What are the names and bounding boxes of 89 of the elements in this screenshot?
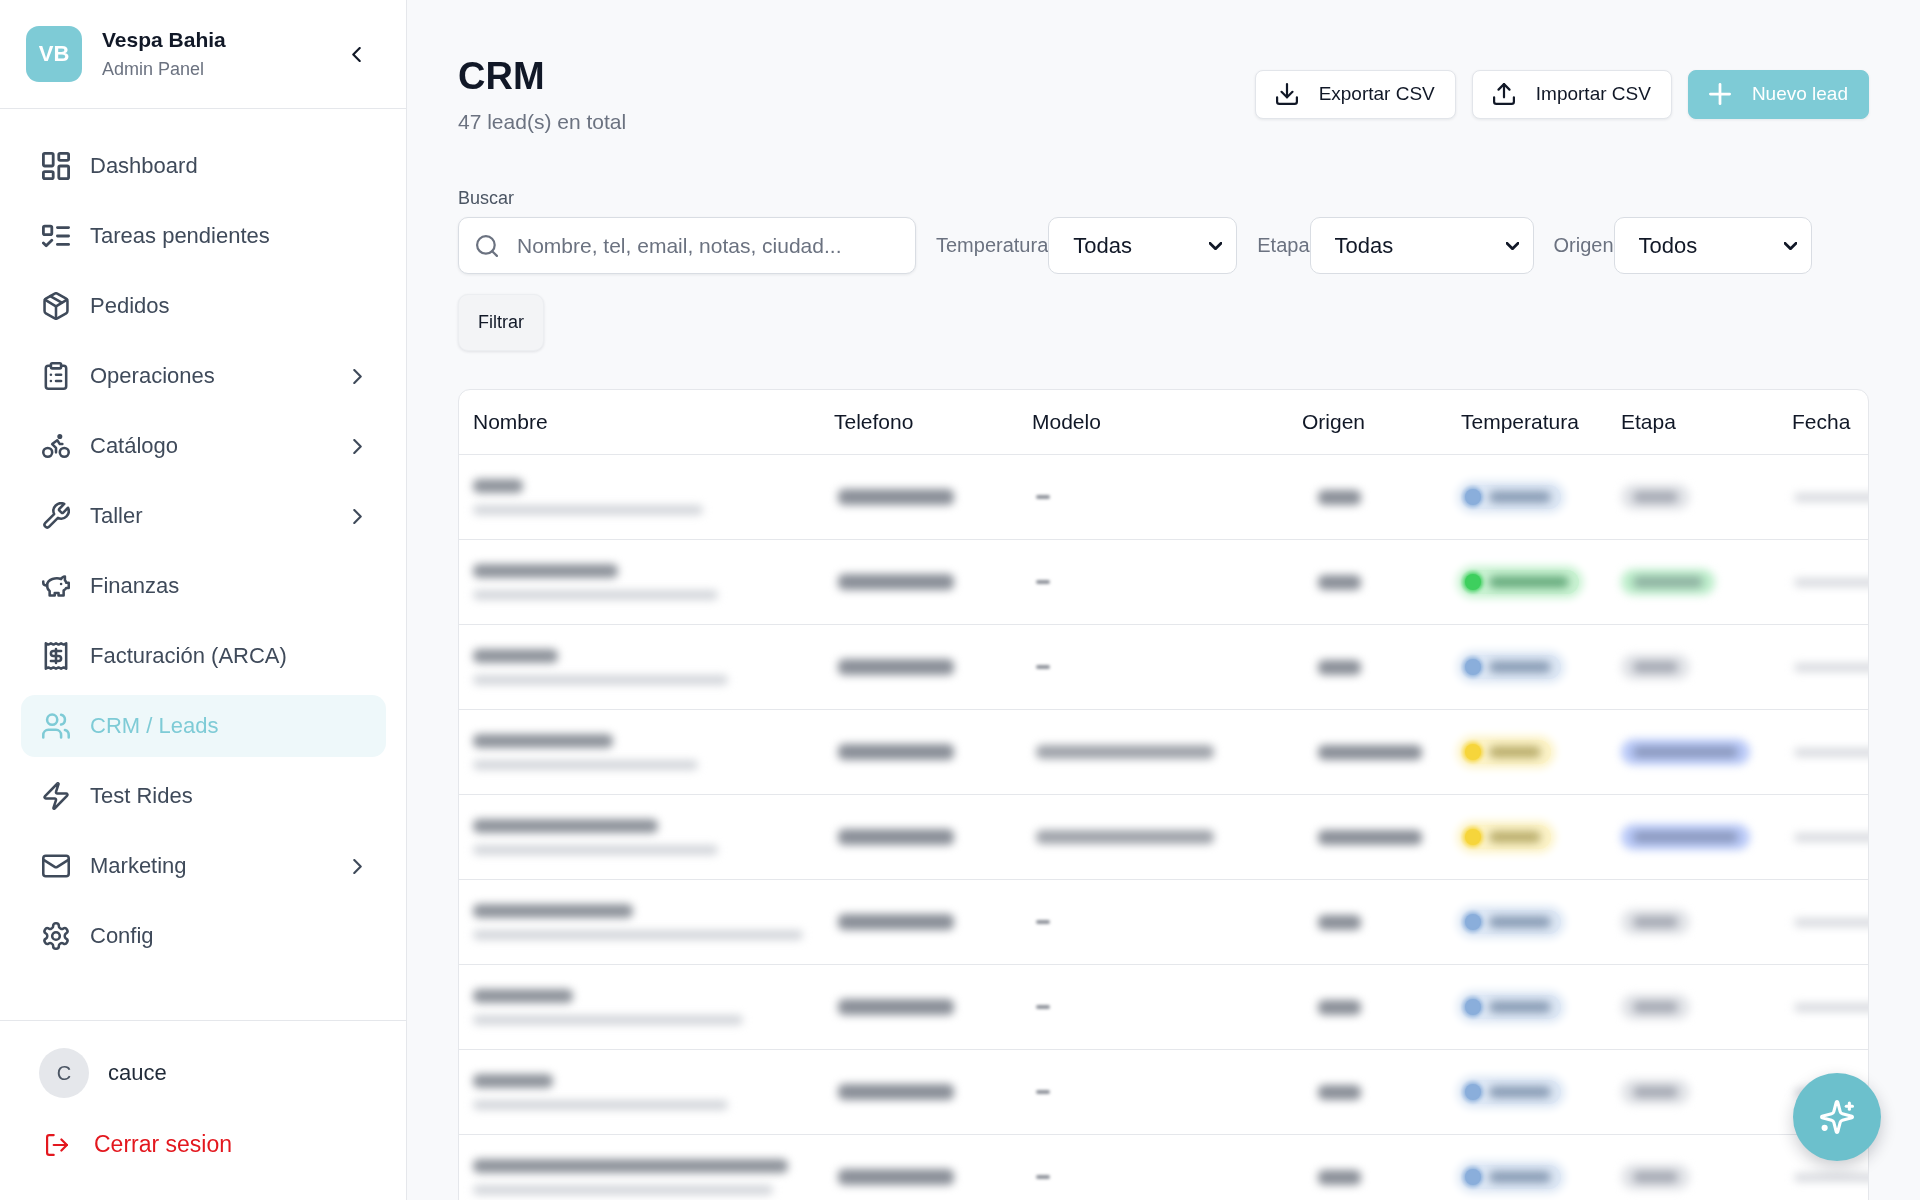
- blurred-text: [1633, 661, 1678, 673]
- blurred-text: [1489, 1171, 1551, 1183]
- column-header: Telefono: [834, 410, 914, 434]
- nav-item[interactable]: Taller: [21, 485, 386, 547]
- export-button[interactable]: Exportar CSV: [1254, 69, 1456, 119]
- blurred-text: [1489, 831, 1541, 843]
- nav-item[interactable]: Operaciones: [21, 345, 386, 407]
- blurred-text: [1633, 491, 1678, 503]
- column-header: Modelo: [1032, 410, 1101, 434]
- nav-item[interactable]: Tareas pendientes: [21, 205, 386, 267]
- column-header: Etapa: [1621, 410, 1676, 434]
- column-header: Nombre: [473, 410, 548, 434]
- filter-label: Origen: [1553, 234, 1614, 257]
- box-icon: [42, 292, 70, 320]
- lightning-icon: [42, 782, 70, 810]
- brand-name: Vespa Bahia: [102, 28, 226, 52]
- blurred-text: [1489, 491, 1551, 503]
- dropdown[interactable]: Todas: [1309, 217, 1534, 274]
- blurred-text: [1318, 1169, 1361, 1185]
- dropdown[interactable]: Todas: [1048, 217, 1238, 274]
- blurred-text: [1036, 495, 1050, 499]
- blurred-text: [1318, 914, 1361, 930]
- blurred-text: [1318, 574, 1361, 590]
- search-icon: [476, 235, 498, 257]
- blurred-text: [1633, 1001, 1678, 1013]
- blurred-text: [1036, 1005, 1050, 1009]
- logo-tile: VB: [26, 26, 82, 82]
- import-button[interactable]: Importar CSV: [1471, 69, 1672, 119]
- search-label: Buscar: [458, 187, 515, 209]
- chevron-down-icon: [1505, 241, 1519, 250]
- blurred-text: [473, 479, 523, 493]
- lead-count: 47 lead(s) en total: [458, 109, 627, 135]
- chevron-down-icon: [1783, 241, 1797, 250]
- blurred-text: [1489, 1001, 1551, 1013]
- blurred-text: [1036, 580, 1050, 584]
- nav-item[interactable]: Finanzas: [21, 555, 386, 617]
- blurred-text: [1318, 489, 1361, 505]
- blurred-text: [1633, 1086, 1678, 1098]
- blurred-text: [1036, 665, 1050, 669]
- nav-item[interactable]: Facturación (ARCA): [21, 625, 386, 687]
- grid-icon: [42, 152, 70, 180]
- nav-item[interactable]: Config: [21, 905, 386, 967]
- chevron-down-icon: [1209, 241, 1223, 250]
- envelope-icon: [42, 852, 70, 880]
- page-title: CRM: [458, 54, 545, 99]
- upload-icon: [1492, 83, 1515, 105]
- column-header: Origen: [1302, 410, 1366, 434]
- column-header: Temperatura: [1461, 410, 1579, 434]
- wrench-icon: [42, 502, 70, 530]
- nav-item[interactable]: Pedidos: [21, 275, 386, 337]
- blurred-text: [1318, 1084, 1361, 1100]
- blurred-text: [1633, 916, 1678, 928]
- blurred-text: [1489, 661, 1551, 673]
- logout-link[interactable]: Cerrar sesion: [46, 1131, 233, 1158]
- nav-item[interactable]: Marketing: [21, 835, 386, 897]
- chevron-left-icon: [351, 46, 361, 62]
- bicycle-icon: [42, 432, 70, 460]
- blurred-text: [1489, 916, 1551, 928]
- user-name: cauce: [108, 1060, 167, 1086]
- blurred-text: [1036, 1090, 1050, 1094]
- filter-label: Etapa: [1257, 234, 1310, 257]
- receipt-icon: [42, 642, 70, 670]
- settings-icon: [42, 922, 70, 950]
- clipboard-icon: [42, 362, 70, 390]
- filter-label: Temperatura: [936, 234, 1049, 257]
- download-icon: [1275, 83, 1298, 105]
- blurred-text: [1036, 1175, 1050, 1179]
- sparkle-icon: [1820, 1100, 1854, 1134]
- column-header: Fecha: [1792, 410, 1851, 434]
- users-icon: [42, 712, 70, 740]
- blurred-text: [1489, 746, 1541, 758]
- filter-button[interactable]: Filtrar: [458, 294, 544, 351]
- blurred-text: [1489, 1086, 1551, 1098]
- avatar: C: [39, 1048, 89, 1098]
- blurred-text: [1036, 920, 1050, 924]
- brand-subtitle: Admin Panel: [102, 58, 205, 80]
- checklist-icon: [42, 222, 70, 250]
- blurred-text: [1633, 576, 1703, 588]
- blurred-text: [1318, 999, 1361, 1015]
- blurred-text: [1633, 1171, 1678, 1183]
- search-field[interactable]: Nombre, tel, email, notas, ciudad...: [458, 217, 916, 274]
- piggy-bank-icon: [42, 572, 70, 600]
- logout-icon: [46, 1133, 68, 1156]
- dropdown[interactable]: Todos: [1613, 217, 1812, 274]
- nav-item[interactable]: Dashboard: [21, 135, 386, 197]
- plus-icon: [1708, 83, 1731, 105]
- nav-item[interactable]: Catálogo: [21, 415, 386, 477]
- nav-item[interactable]: Test Rides: [21, 765, 386, 827]
- blurred-text: [1318, 659, 1361, 675]
